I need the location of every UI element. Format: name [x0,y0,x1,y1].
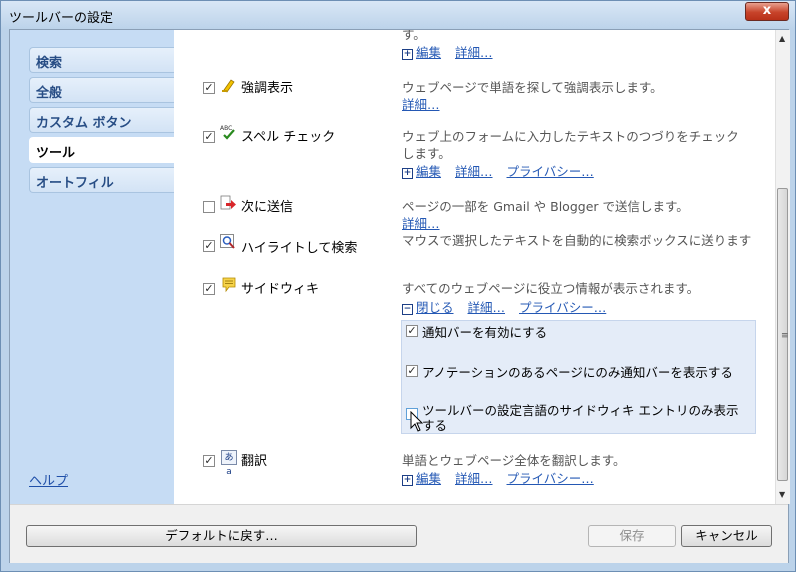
sidewiki-icon [222,277,236,293]
sidewiki-label: サイドウィキ [241,282,320,297]
plus-icon: + [402,49,413,60]
settings-window: ツールバーの設定 x 検索 全般 カスタム ボタン ツール オートフィル ヘルプ… [0,0,796,572]
privacy-link[interactable]: プライバシー… [519,300,606,315]
restore-defaults-button[interactable]: デフォルトに戻す… [26,525,417,547]
details-link[interactable]: 詳細… [402,97,440,112]
edit-link[interactable]: 編集 [416,45,441,60]
help-link[interactable]: ヘルプ [29,470,68,489]
tab-autofill[interactable]: オートフィル [29,167,176,193]
vertical-scrollbar[interactable]: ▲ ≡ ▼ [775,30,790,504]
tab-tools[interactable]: ツール [29,137,176,163]
notify-bar-label: 通知バーを有効にする [422,325,548,340]
highlighter-icon [222,79,235,93]
toolbar-language-only-label-line2: する [422,418,448,433]
edit-link[interactable]: 編集 [416,164,441,179]
scroll-down-icon[interactable]: ▼ [779,490,785,499]
sidewiki-links: − 閉じる 詳細… プライバシー… [402,297,606,316]
plus-icon: + [402,168,413,179]
highlight-details: 詳細… [402,94,440,113]
annotated-only-label: アノテーションのあるページにのみ通知バーを表示する [422,365,733,380]
tab-search[interactable]: 検索 [29,47,176,73]
send-to-icon [220,195,236,210]
previous-item-links: + 編集 詳細… [402,42,493,61]
notify-bar-checkbox[interactable]: ✓ [406,325,418,337]
sidewiki-checkbox[interactable]: ✓ [203,283,215,295]
details-link[interactable]: 詳細… [455,471,493,486]
mouse-cursor-icon [410,411,424,432]
close-link[interactable]: 閉じる [416,300,454,315]
translate-label: 翻訳 [241,454,268,469]
sidewiki-options-panel: ✓ 通知バーを有効にする ✓ アノテーションのあるページにのみ通知バーを表示する… [401,320,756,434]
highlight-search-desc: マウスで選択したテキストを自動的に検索ボックスに送ります [402,233,752,248]
send-to-checkbox[interactable] [203,201,215,213]
spellcheck-icon-text: ABC [220,125,232,132]
cancel-button[interactable]: キャンセル [681,525,772,547]
highlight-search-checkbox[interactable]: ✓ [203,240,215,252]
highlight-label: 強調表示 [241,81,294,96]
highlight-desc: ウェブページで単語を探して強調表示します。 [402,80,663,95]
close-button[interactable]: x [745,2,789,21]
spellcheck-desc-line2: します。 [402,146,451,161]
edit-link[interactable]: 編集 [416,471,441,486]
send-to-desc: ページの一部を Gmail や Blogger で送信します。 [402,199,689,214]
privacy-link[interactable]: プライバシー… [507,164,594,179]
scroll-up-icon[interactable]: ▲ [779,34,785,43]
dialog-footer: デフォルトに戻す… 保存 キャンセル [10,504,788,563]
details-link[interactable]: 詳細… [468,300,506,315]
annotated-only-checkbox[interactable]: ✓ [406,365,418,377]
privacy-link[interactable]: プライバシー… [507,471,594,486]
spellcheck-label: スペル チェック [241,130,336,145]
scroll-thumb[interactable]: ≡ [777,188,789,481]
title-bar: ツールバーの設定 x [1,1,795,29]
spellcheck-desc-line1: ウェブ上のフォームに入力したテキストのつづりをチェック [402,129,739,144]
details-link[interactable]: 詳細… [402,216,440,231]
details-link[interactable]: 詳細… [455,164,493,179]
highlight-checkbox[interactable]: ✓ [203,82,215,94]
spellcheck-links: + 編集 詳細… プライバシー… [402,161,594,180]
grip-icon: ≡ [781,331,789,341]
highlight-search-icon [220,234,235,249]
highlight-search-label: ハイライトして検索 [241,241,358,256]
spellcheck-icon: ABC [220,125,235,140]
toolbar-language-only-label-line1: ツールバーの設定言語のサイドウィキ エントリのみ表示 [422,403,739,418]
translate-links: + 編集 詳細… プライバシー… [402,468,594,487]
details-link[interactable]: 詳細… [455,45,493,60]
tab-custom-buttons[interactable]: カスタム ボタン [29,107,176,133]
tools-panel: す。 + 編集 詳細… ✓ 強調表示 ウェブページで単語を探して強調表示します。 … [174,30,775,504]
translate-checkbox[interactable]: ✓ [203,455,215,467]
dialog-client: 検索 全般 カスタム ボタン ツール オートフィル ヘルプ す。 + 編集 詳細…… [9,29,790,563]
spellcheck-checkbox[interactable]: ✓ [203,131,215,143]
window-title: ツールバーの設定 [9,11,114,26]
minus-icon: − [402,304,413,315]
translate-icon: あa [221,450,237,477]
send-to-label: 次に送信 [241,200,294,215]
translate-desc: 単語とウェブページ全体を翻訳します。 [402,453,626,468]
tab-general[interactable]: 全般 [29,77,176,103]
sidewiki-desc: すべてのウェブページに役立つ情報が表示されます。 [402,281,700,296]
sidebar: 検索 全般 カスタム ボタン ツール オートフィル ヘルプ [10,30,176,504]
plus-icon: + [402,475,413,486]
save-button[interactable]: 保存 [588,525,676,547]
